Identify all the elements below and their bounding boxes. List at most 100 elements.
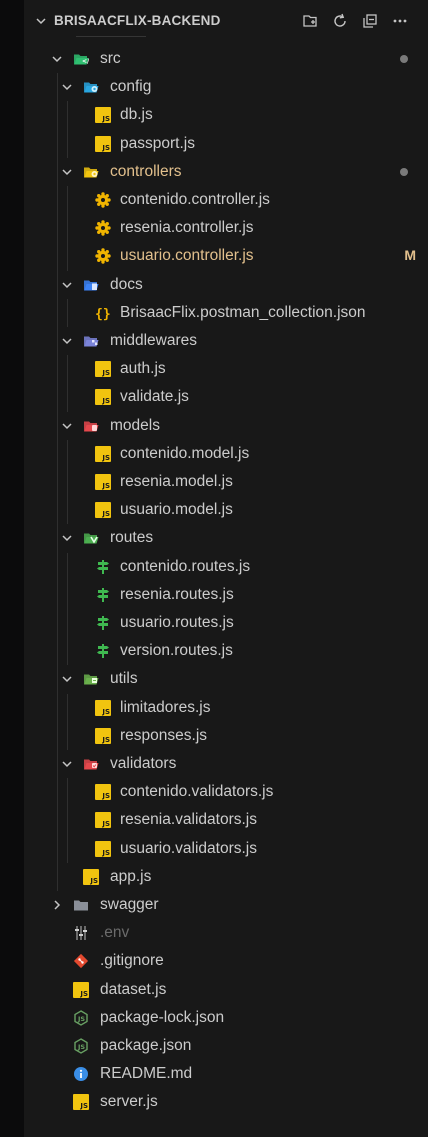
tree-file-usuario.validators.js[interactable]: JS usuario.validators.js: [24, 835, 428, 863]
chevron-down-icon[interactable]: [51, 53, 63, 65]
chevron-down-icon[interactable]: [61, 673, 73, 685]
tree-file-resenia.model.js[interactable]: JS resenia.model.js: [24, 468, 428, 496]
chevron-down-icon[interactable]: [61, 166, 73, 178]
tree-file-usuario.controller.js[interactable]: usuario.controller.js M: [24, 242, 428, 270]
tree-item-label: validate.js: [120, 388, 189, 406]
tree-file-usuario.routes.js[interactable]: usuario.routes.js: [24, 609, 428, 637]
tree-item-label: contenido.controller.js: [120, 191, 270, 208]
tree-icon-slot: </>: [73, 51, 94, 67]
docs-folder-icon: [84, 280, 99, 291]
tree-icon-slot: [95, 615, 111, 631]
tree-file-dataset.js[interactable]: JS dataset.js: [24, 976, 428, 1004]
tree-file-responses.js[interactable]: JS responses.js: [24, 722, 428, 750]
tree-item-label: contenido.model.js: [120, 444, 250, 462]
chevron-down-icon[interactable]: [61, 758, 73, 770]
tree-file-package-lock.json[interactable]: JS package-lock.json: [24, 1004, 428, 1032]
tree-item-label: usuario.controller.js: [120, 247, 254, 265]
js-file-icon: JS: [95, 784, 111, 801]
git-status-badge: M: [404, 247, 416, 264]
tree-icon-slot: [83, 333, 99, 349]
new-file-icon: [303, 15, 317, 27]
tree-folder-docs[interactable]: docs: [24, 271, 428, 299]
git-icon: [73, 954, 89, 969]
tree-icon-slot: JS: [95, 389, 111, 406]
tree-icon-slot: [95, 643, 111, 659]
collapse-all-icon: [363, 14, 377, 28]
tree-icon-slot: [83, 418, 99, 434]
tree-folder-validators[interactable]: validators: [24, 750, 428, 778]
tree-item-label: limitadores.js: [120, 698, 211, 716]
tree-file-validate.js[interactable]: JS validate.js: [24, 383, 428, 411]
tree-file-version.routes.js[interactable]: version.routes.js: [24, 637, 428, 665]
tree-file-contenido.routes.js[interactable]: contenido.routes.js: [24, 553, 428, 581]
tree-folder-controllers[interactable]: controllers: [24, 158, 428, 186]
tree-icon-slot: {}: [95, 305, 111, 322]
chevron-down-icon[interactable]: [61, 81, 73, 93]
tree-folder-utils[interactable]: utils: [24, 665, 428, 693]
tree-file-README.md[interactable]: README.md: [24, 1060, 428, 1088]
tree-file-app.js[interactable]: JS app.js: [24, 863, 428, 891]
tree-folder-swagger[interactable]: swagger: [24, 891, 428, 919]
tree-file-usuario.model.js[interactable]: JS usuario.model.js: [24, 496, 428, 524]
tree-item-label: middlewares: [110, 332, 198, 349]
tree-file-.gitignore[interactable]: .gitignore: [24, 947, 428, 975]
tree-file-.env[interactable]: .env: [24, 919, 428, 947]
chevron-down-icon[interactable]: [61, 335, 73, 347]
tree-file-contenido.controller.js[interactable]: contenido.controller.js: [24, 186, 428, 214]
refresh-icon: [334, 13, 346, 27]
tree-item-label: validators: [110, 755, 177, 772]
tree-file-passport.js[interactable]: JS passport.js: [24, 130, 428, 158]
tree-item-label: passport.js: [120, 134, 195, 152]
js-file-icon: JS: [95, 135, 111, 152]
src-folder-icon: </>: [74, 54, 94, 65]
models-folder-icon: [84, 421, 99, 432]
tree-folder-src[interactable]: </> src: [24, 45, 428, 73]
tree-file-limitadores.js[interactable]: JS limitadores.js: [24, 694, 428, 722]
tree-file-package.json[interactable]: JS package.json: [24, 1032, 428, 1060]
tree-item-label: responses.js: [120, 726, 208, 744]
chevron-down-icon[interactable]: [61, 420, 73, 432]
route-signpost-icon: [97, 644, 109, 659]
controllers-folder-icon: [84, 167, 99, 178]
tree-folder-config[interactable]: config: [24, 73, 428, 101]
tree-item-label: .env: [100, 924, 130, 942]
tree-file-contenido.model.js[interactable]: JS contenido.model.js: [24, 440, 428, 468]
explorer-panel: BRISAACFLIX-BACKEND < src config JS db.j…: [24, 0, 428, 1137]
explorer-header[interactable]: BRISAACFLIX-BACKEND: [24, 7, 428, 37]
refresh-explorer-button[interactable]: [330, 11, 350, 31]
tree-item-label: dataset.js: [100, 980, 167, 998]
route-signpost-icon: [97, 559, 109, 574]
chevron-down-icon[interactable]: [35, 15, 47, 27]
js-file-icon: JS: [95, 445, 111, 462]
more-actions-button[interactable]: [390, 11, 410, 31]
tree-file-server.js[interactable]: JS server.js: [24, 1088, 428, 1116]
tree-file-auth.js[interactable]: JS auth.js: [24, 355, 428, 383]
tree-folder-models[interactable]: models: [24, 412, 428, 440]
tree-file-contenido.validators.js[interactable]: JS contenido.validators.js: [24, 778, 428, 806]
tree-item-label: usuario.routes.js: [120, 614, 234, 631]
chevron-right-icon[interactable]: [51, 899, 63, 911]
tree-file-resenia.controller.js[interactable]: resenia.controller.js: [24, 214, 428, 242]
new-file-button[interactable]: [300, 11, 320, 31]
tree-item-label: server.js: [100, 1093, 158, 1111]
config-folder-icon: [84, 82, 99, 93]
tree-file-BrisaacFlix.postman_collection.json[interactable]: {} BrisaacFlix.postman_collection.json: [24, 299, 428, 327]
tree-icon-slot: [73, 1066, 89, 1082]
tree-item-label: BrisaacFlix.postman_collection.json: [120, 303, 366, 321]
tree-file-resenia.validators.js[interactable]: JS resenia.validators.js: [24, 806, 428, 834]
js-file-icon: JS: [73, 981, 89, 998]
tree-file-db.js[interactable]: JS db.js: [24, 101, 428, 129]
chevron-down-icon[interactable]: [61, 279, 73, 291]
tree-icon-slot: [83, 277, 99, 293]
tree-item-label: version.routes.js: [120, 642, 233, 660]
tree-icon-slot: JS: [95, 699, 111, 716]
tree-folder-middlewares[interactable]: middlewares: [24, 327, 428, 355]
js-file-icon: JS: [95, 474, 111, 490]
chevron-down-icon[interactable]: [61, 532, 73, 544]
collapse-folders-button[interactable]: [360, 11, 380, 31]
svg-text:JS: JS: [77, 1043, 85, 1051]
tree-file-resenia.routes.js[interactable]: resenia.routes.js: [24, 581, 428, 609]
tree-item-label: resenia.model.js: [120, 473, 233, 490]
tree-folder-routes[interactable]: routes: [24, 524, 428, 552]
tree-item-label: config: [110, 78, 152, 96]
